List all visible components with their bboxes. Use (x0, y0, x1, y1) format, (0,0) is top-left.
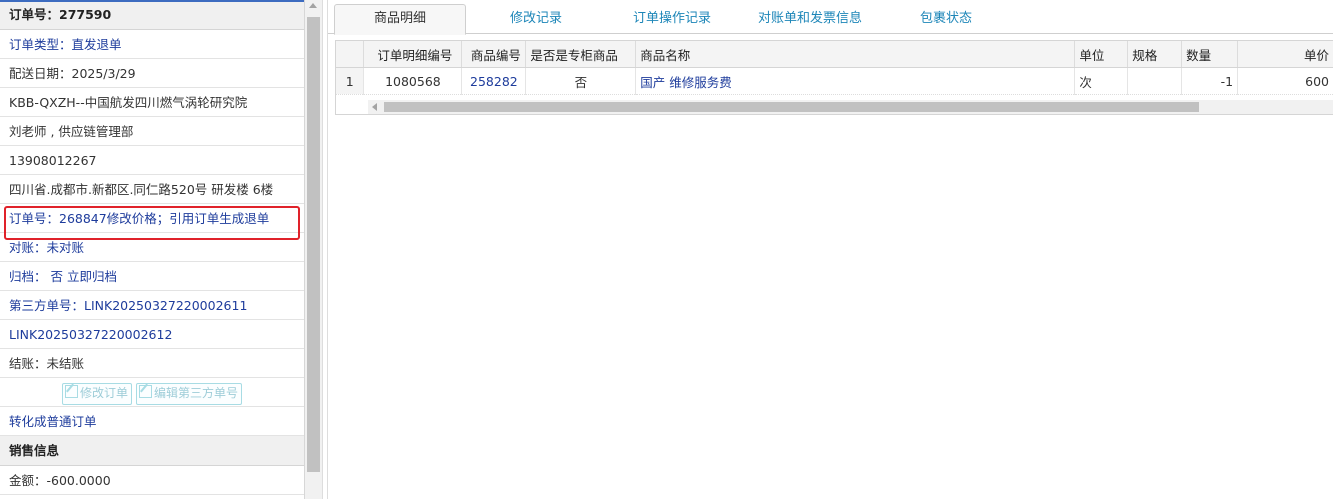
third-party-number-2: LINK20250327220002612 (0, 320, 304, 349)
tab-statement-invoice[interactable]: 对账单和发票信息 (742, 5, 878, 33)
tab-package-status[interactable]: 包裹状态 (888, 5, 1004, 33)
archive-row: 归档： 否 立即归档 (0, 262, 304, 291)
edit-third-party-label: 编辑第三方单号 (153, 385, 238, 400)
col-unit-price[interactable]: 单价 (1237, 41, 1333, 68)
scroll-left-arrow-icon[interactable] (372, 103, 377, 111)
details-panel: 商品明细 修改记录 订单操作记录 对账单和发票信息 包裹状态 订单明细编号 商品… (327, 0, 1333, 499)
sales-amount: 金额：-600.0000 (0, 466, 304, 495)
archive-now-link[interactable]: 立即归档 (67, 269, 117, 284)
product-details-grid: 订单明细编号 商品编号 是否是专柜商品 商品名称 单位 规格 数量 单价 1 1… (335, 40, 1333, 115)
cell-is-counter: 否 (525, 67, 637, 95)
delivery-date: 配送日期：2025/3/29 (0, 59, 304, 88)
tab-modify-records[interactable]: 修改记录 (478, 5, 594, 33)
archive-value: 否 (50, 269, 64, 284)
col-detail-id[interactable]: 订单明细编号 (363, 41, 463, 68)
order-number-header: 订单号：277590 (0, 0, 304, 30)
order-info-panel: 订单号：277590 订单类型：直发退单 配送日期：2025/3/29 KBB-… (0, 0, 305, 499)
edit-order-label: 修改订单 (79, 385, 128, 400)
cell-detail-id: 1080568 (363, 67, 463, 95)
col-unit[interactable]: 单位 (1074, 41, 1129, 68)
col-is-counter[interactable]: 是否是专柜商品 (525, 41, 637, 68)
tab-product-details[interactable]: 商品明细 (334, 4, 466, 35)
grid-horizontal-scrollbar[interactable] (368, 100, 1333, 114)
grid-scrollbar-thumb[interactable] (384, 102, 1199, 112)
remark-highlight-box (4, 206, 300, 240)
settlement-status: 结账：未结账 (0, 349, 304, 378)
tab-bar: 商品明细 修改记录 订单操作记录 对账单和发票信息 包裹状态 (328, 0, 1333, 35)
tab-order-operation-records[interactable]: 订单操作记录 (610, 5, 734, 33)
table-header-row: 订单明细编号 商品编号 是否是专柜商品 商品名称 单位 规格 数量 单价 (336, 41, 1333, 68)
sales-info-header: 销售信息 (0, 436, 304, 466)
third-party-number-1: 第三方单号：LINK20250327220002611 (0, 291, 304, 320)
col-product-id[interactable]: 商品编号 (461, 41, 527, 68)
panel-top-accent (0, 0, 304, 2)
scroll-up-arrow-icon[interactable] (309, 3, 317, 8)
convert-to-normal-order-link[interactable]: 转化成普通订单 (0, 407, 304, 436)
edit-icon (138, 384, 152, 398)
cell-unit: 次 (1074, 67, 1129, 95)
cell-product-name-link[interactable]: 国产 维修服务费 (635, 67, 1076, 95)
row-number-header (336, 41, 365, 68)
contact-phone: 13908012267 (0, 146, 304, 175)
cell-unit-price: 600 (1237, 67, 1333, 95)
archive-label: 归档： (9, 269, 47, 284)
left-panel-scrollbar[interactable] (305, 0, 323, 499)
product-table: 订单明细编号 商品编号 是否是专柜商品 商品名称 单位 规格 数量 单价 1 1… (336, 41, 1333, 95)
table-row[interactable]: 1 1080568 258282 否 国产 维修服务费 次 -1 600 (336, 67, 1333, 95)
action-buttons-row: 修改订单 编辑第三方单号 (0, 378, 304, 407)
edit-icon (64, 384, 78, 398)
col-spec[interactable]: 规格 (1127, 41, 1183, 68)
cell-quantity: -1 (1181, 67, 1239, 95)
edit-third-party-button[interactable]: 编辑第三方单号 (135, 382, 242, 405)
col-product-name[interactable]: 商品名称 (635, 41, 1076, 68)
edit-order-button[interactable]: 修改订单 (61, 382, 132, 405)
order-type: 订单类型：直发退单 (0, 30, 304, 59)
customer-name: KBB-QXZH--中国航发四川燃气涡轮研究院 (0, 88, 304, 117)
cell-product-id-link[interactable]: 258282 (461, 67, 527, 95)
delivery-address: 四川省.成都市.新都区.同仁路520号 研发楼 6楼 (0, 175, 304, 204)
cell-spec (1127, 67, 1183, 95)
scrollbar-thumb[interactable] (307, 17, 320, 472)
col-quantity[interactable]: 数量 (1181, 41, 1239, 68)
row-number: 1 (336, 67, 365, 95)
contact-person: 刘老师 , 供应链管理部 (0, 117, 304, 146)
